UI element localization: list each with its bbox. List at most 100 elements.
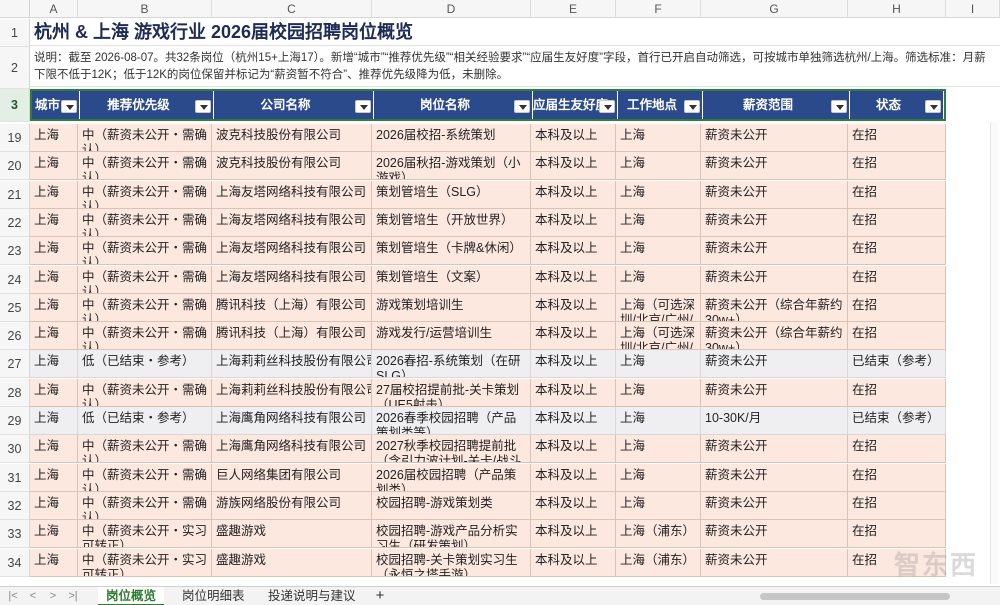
cell-graduate-friendliness[interactable]: 本科及以上: [531, 435, 616, 463]
tab-overview[interactable]: 岗位概览: [98, 587, 165, 605]
column-header-h[interactable]: H: [848, 0, 946, 18]
row-header-number[interactable]: 20: [0, 152, 30, 180]
row-header-number[interactable]: 23: [0, 237, 30, 265]
header-graduate-friendliness[interactable]: 应届生友好度: [533, 91, 618, 119]
cell-priority[interactable]: 低（已结束・参考）: [78, 407, 212, 435]
cell-salary[interactable]: 薪资未公开（综合年薪约30w+）: [701, 322, 848, 350]
cell-priority[interactable]: 中（薪资未公开・需确认）: [78, 322, 212, 350]
sheet-description[interactable]: 说明：截至 2026-08-07。共32条岗位（杭州15+上海17）。新增“城市…: [30, 47, 1000, 87]
cell-city[interactable]: 上海: [30, 124, 78, 152]
header-location[interactable]: 工作地点: [618, 91, 703, 119]
cell-priority[interactable]: 中（薪资未公开・需确认）: [78, 435, 212, 463]
cell-position[interactable]: 游戏策划培训生: [372, 294, 531, 322]
cell-position[interactable]: 校园招聘-游戏策划类: [372, 492, 531, 520]
cell-city[interactable]: 上海: [30, 435, 78, 463]
cell-salary[interactable]: 薪资未公开: [701, 152, 848, 180]
column-header-e[interactable]: E: [531, 0, 616, 18]
cell-graduate-friendliness[interactable]: 本科及以上: [531, 322, 616, 350]
cell-city[interactable]: 上海: [30, 181, 78, 209]
cell-position[interactable]: 策划管培生（卡牌&休闲）: [372, 237, 531, 265]
cell-position[interactable]: 2027秋季校园招聘提前批（含引力波计划-关卡/战斗策: [372, 435, 531, 463]
header-company[interactable]: 公司名称: [214, 91, 374, 119]
column-header-g[interactable]: G: [701, 0, 848, 18]
cell-status[interactable]: 在招: [848, 379, 946, 407]
filter-dropdown-icon[interactable]: [61, 100, 77, 113]
cell-position[interactable]: 2026春招-系统策划（在研SLG）: [372, 350, 531, 378]
cell-city[interactable]: 上海: [30, 237, 78, 265]
cell-priority[interactable]: 中（薪资未公开・实习可转正）: [78, 549, 212, 577]
cell-salary[interactable]: 薪资未公开: [701, 350, 848, 378]
row-header-number[interactable]: 26: [0, 322, 30, 350]
cell-location[interactable]: 上海（浦东）: [616, 549, 701, 577]
cell-location[interactable]: 上海: [616, 350, 701, 378]
cell-status[interactable]: 已结束（参考）: [848, 350, 946, 378]
cell-company[interactable]: 波克科技股份有限公司: [212, 152, 372, 180]
cell-graduate-friendliness[interactable]: 本科及以上: [531, 266, 616, 294]
cell-priority[interactable]: 中（薪资未公开・需确认）: [78, 464, 212, 492]
cell-location[interactable]: 上海: [616, 435, 701, 463]
cell-graduate-friendliness[interactable]: 本科及以上: [531, 520, 616, 548]
row-header-number[interactable]: 31: [0, 464, 30, 492]
cell-status[interactable]: 已结束（参考）: [848, 407, 946, 435]
cell-city[interactable]: 上海: [30, 152, 78, 180]
cell-status[interactable]: 在招: [848, 464, 946, 492]
cell-company[interactable]: 腾讯科技（上海）有限公司: [212, 294, 372, 322]
header-priority[interactable]: 推荐优先级: [80, 91, 214, 119]
cell-position[interactable]: 校园招聘-关卡策划实习生（永恒之塔手游）: [372, 549, 531, 577]
cell-priority[interactable]: 中（薪资未公开・需确认）: [78, 492, 212, 520]
cell-company[interactable]: 上海鹰角网络科技有限公司: [212, 407, 372, 435]
tab-guide[interactable]: 投递说明与建议: [260, 587, 364, 605]
row-header-number[interactable]: 27: [0, 350, 30, 378]
cell-graduate-friendliness[interactable]: 本科及以上: [531, 152, 616, 180]
tab-details[interactable]: 岗位明细表: [174, 587, 253, 605]
cell-city[interactable]: 上海: [30, 350, 78, 378]
cell-city[interactable]: 上海: [30, 464, 78, 492]
cell-status[interactable]: 在招: [848, 124, 946, 152]
cell-graduate-friendliness[interactable]: 本科及以上: [531, 379, 616, 407]
cell-salary[interactable]: 薪资未公开: [701, 520, 848, 548]
prev-sheet-icon[interactable]: <: [26, 589, 40, 603]
cell-position[interactable]: 策划管培生（SLG）: [372, 181, 531, 209]
header-salary[interactable]: 薪资范围: [703, 91, 850, 119]
row-header-number[interactable]: 22: [0, 209, 30, 237]
cell-status[interactable]: 在招: [848, 237, 946, 265]
next-sheet-icon[interactable]: >: [46, 589, 60, 603]
cell-company[interactable]: 盛趣游戏: [212, 520, 372, 548]
cell-salary[interactable]: 薪资未公开: [701, 435, 848, 463]
cell-city[interactable]: 上海: [30, 294, 78, 322]
cell-city[interactable]: 上海: [30, 407, 78, 435]
cell-graduate-friendliness[interactable]: 本科及以上: [531, 181, 616, 209]
cell-city[interactable]: 上海: [30, 379, 78, 407]
cell-priority[interactable]: 中（薪资未公开・需确认）: [78, 237, 212, 265]
cell-position[interactable]: 校园招聘-游戏产品分析实习生（研发策划）: [372, 520, 531, 548]
last-sheet-icon[interactable]: >|: [66, 589, 80, 603]
column-header-c[interactable]: C: [212, 0, 372, 18]
cell-location[interactable]: 上海: [616, 152, 701, 180]
cell-company[interactable]: 上海友塔网络科技有限公司: [212, 237, 372, 265]
row-header-3[interactable]: 3: [0, 89, 30, 122]
filter-dropdown-icon[interactable]: [195, 100, 211, 113]
cell-salary[interactable]: 薪资未公开（综合年薪约30w+）: [701, 294, 848, 322]
cell-salary[interactable]: 10-30K/月: [701, 407, 848, 435]
cell-position[interactable]: 2026届校招-系统策划: [372, 124, 531, 152]
cell-location[interactable]: 上海: [616, 181, 701, 209]
cell-position[interactable]: 27届校招提前批-关卡策划（UE5射击）: [372, 379, 531, 407]
cell-location[interactable]: 上海: [616, 379, 701, 407]
cell-salary[interactable]: 薪资未公开: [701, 237, 848, 265]
cell-location[interactable]: 上海: [616, 124, 701, 152]
row-header-number[interactable]: 32: [0, 492, 30, 520]
cell-priority[interactable]: 中（薪资未公开・需确认）: [78, 266, 212, 294]
row-header-number[interactable]: 29: [0, 407, 30, 435]
cell-status[interactable]: 在招: [848, 266, 946, 294]
cell-company[interactable]: 上海友塔网络科技有限公司: [212, 266, 372, 294]
header-status[interactable]: 状态: [850, 91, 944, 119]
cell-priority[interactable]: 中（薪资未公开・需确认）: [78, 379, 212, 407]
cell-salary[interactable]: 薪资未公开: [701, 379, 848, 407]
cell-location[interactable]: 上海: [616, 266, 701, 294]
cell-priority[interactable]: 中（薪资未公开・需确认）: [78, 152, 212, 180]
row-header-1[interactable]: 1: [0, 19, 30, 47]
cell-company[interactable]: 上海鹰角网络科技有限公司: [212, 435, 372, 463]
cell-location[interactable]: 上海: [616, 492, 701, 520]
filter-dropdown-icon[interactable]: [925, 100, 941, 113]
cell-priority[interactable]: 低（已结束・参考）: [78, 350, 212, 378]
